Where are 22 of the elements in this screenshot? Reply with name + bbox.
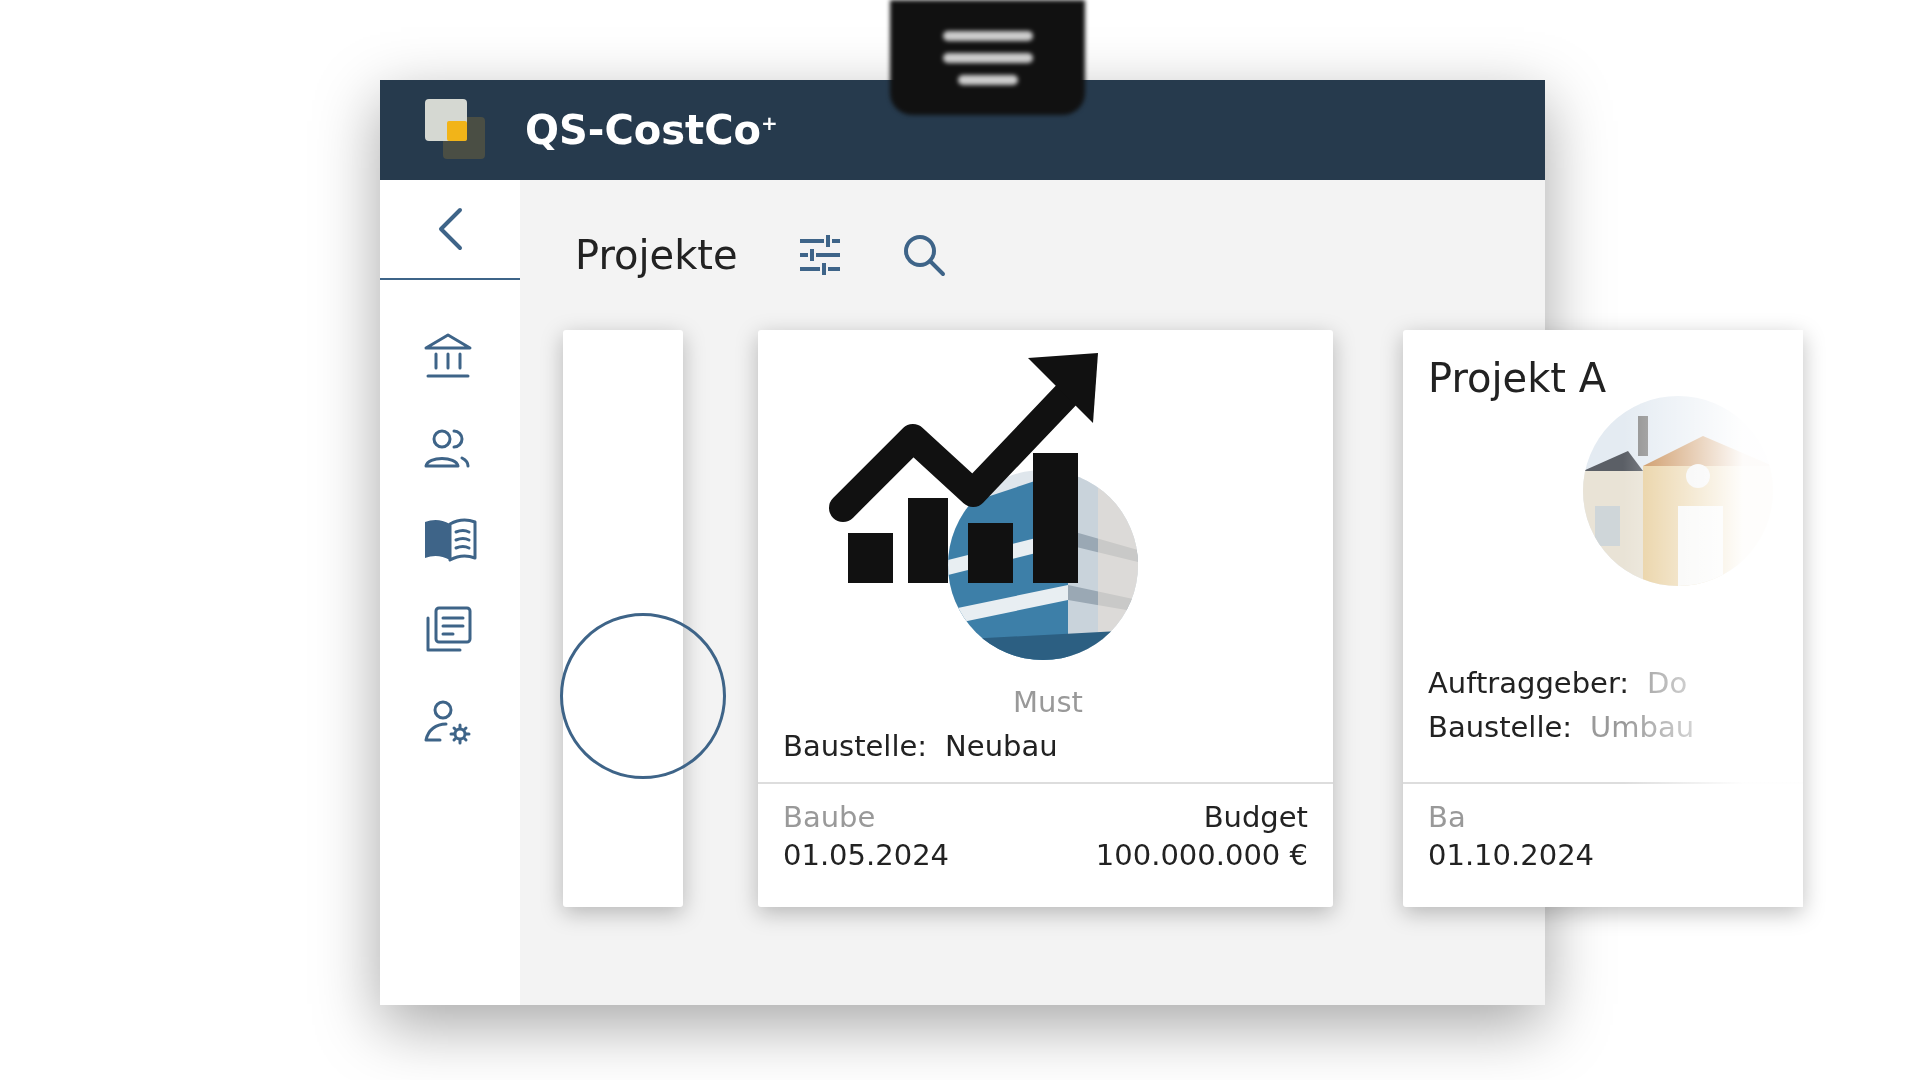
app-title: QS-CostCo$^{+}$ [525, 107, 778, 153]
budget-label: Budget [1203, 800, 1308, 834]
project-card[interactable]: Must Baustelle: Neubau Baube 01.05.2024 Budget 100.000.000 € [758, 330, 1333, 907]
page-title: Projekte [575, 232, 738, 278]
logo-icon [425, 99, 487, 161]
client-label: Auftraggeber: [1428, 666, 1630, 700]
start-label: Ba [1428, 800, 1466, 834]
client-name: Do [1647, 666, 1688, 700]
start-date: 01.05.2024 [783, 838, 950, 872]
project-title: Projekt A [1427, 354, 1608, 401]
menu-icon [890, 0, 1085, 115]
budget-value: 100.000.000 € [1095, 838, 1308, 872]
client-name: Must [1013, 685, 1083, 719]
site-label: Baustelle: [1428, 710, 1573, 744]
filter-icon[interactable] [797, 233, 842, 277]
start-label: Baube [783, 800, 876, 834]
search-icon[interactable] [901, 233, 946, 277]
site-value: Neubau [945, 729, 1058, 763]
site-value: Umbau [1590, 710, 1695, 744]
project-card[interactable]: Projekt A Auftraggeber: Do Baustelle: Umbau Ba 01.10.2024 [1403, 330, 1803, 907]
start-date: 01.10.2024 [1428, 838, 1595, 872]
site-label: Baustelle: [783, 729, 928, 763]
